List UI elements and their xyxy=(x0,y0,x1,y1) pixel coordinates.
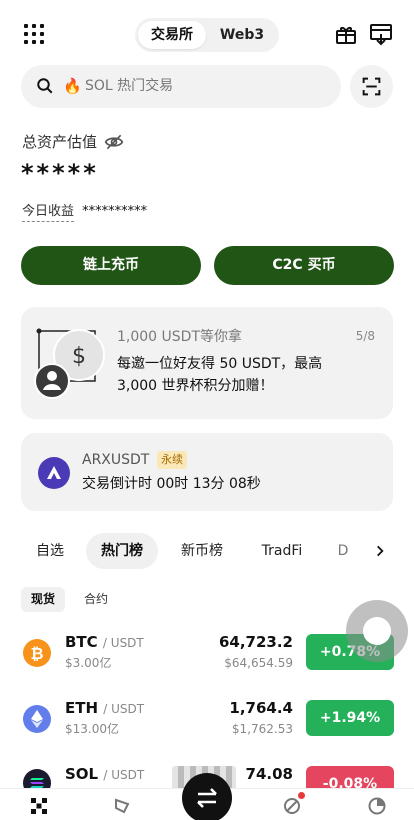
today-pnl-value: ********** xyxy=(82,204,148,219)
search-input[interactable]: SOL 热门交易 xyxy=(85,77,173,95)
pair-fiat-price: $64,654.59 xyxy=(224,656,293,670)
promo-pagination: 5/8 xyxy=(355,329,375,343)
promo-title: 1,000 USDT等你拿 xyxy=(117,329,242,345)
sol-coin-icon xyxy=(23,769,51,788)
market-row[interactable]: ETH / USDT $13.00亿 1,764.4 $1,762.53 +1.… xyxy=(0,688,414,748)
arx-logo-icon xyxy=(38,457,70,489)
bottom-nav xyxy=(0,773,414,820)
scan-icon xyxy=(362,77,381,96)
chevron-right-icon[interactable] xyxy=(373,544,387,558)
total-assets-label: 总资产估值 xyxy=(22,133,98,151)
tab-new-listings[interactable]: 新币榜 xyxy=(170,533,234,569)
nav-home-icon[interactable] xyxy=(30,797,48,815)
total-assets-value: ***** xyxy=(21,159,99,187)
nav-markets-icon[interactable] xyxy=(113,797,131,815)
nav-assets-icon[interactable] xyxy=(368,797,386,815)
today-pnl-label: 今日收益 xyxy=(22,204,75,222)
pair-volume: $3.00亿 xyxy=(65,656,112,670)
tab-favorites[interactable]: 自选 xyxy=(24,533,76,569)
market-tabs: 自选 热门榜 新币榜 TradFi D xyxy=(0,533,414,569)
nav-trade-button[interactable] xyxy=(182,773,232,820)
pair-symbol: BTC / USDT xyxy=(65,633,144,651)
nav-earn-icon[interactable] xyxy=(283,797,301,815)
pair-symbol: ETH / USDT xyxy=(65,699,145,717)
download-app-icon[interactable] xyxy=(369,22,393,46)
invite-reward-icon: $ xyxy=(34,328,105,399)
apps-grid-icon[interactable] xyxy=(24,24,44,44)
tab-web3[interactable]: Web3 xyxy=(209,21,275,49)
countdown-timer: 交易倒计时 00时 13分 08秒 xyxy=(82,476,261,492)
swap-icon xyxy=(197,788,217,808)
eth-coin-icon xyxy=(23,705,51,733)
pair-change[interactable]: +1.94% xyxy=(306,700,394,736)
gift-icon[interactable] xyxy=(334,22,358,46)
floating-assist-button[interactable] xyxy=(346,600,408,662)
hide-balance-icon[interactable] xyxy=(104,132,124,152)
pair-volume: $13.00亿 xyxy=(65,722,119,736)
search-icon xyxy=(37,78,53,94)
mode-switch: 交易所 Web3 xyxy=(135,18,279,52)
tab-tradfi[interactable]: TradFi xyxy=(252,533,312,569)
pair-price: 74.08 xyxy=(245,765,293,783)
subtab-futures[interactable]: 合约 xyxy=(74,587,118,612)
svg-text:$: $ xyxy=(72,344,86,369)
tab-more[interactable]: D xyxy=(332,533,354,569)
pair-price: 1,764.4 xyxy=(229,699,293,717)
btc-coin-icon: ₿ xyxy=(23,639,51,667)
pair-fiat-price: $1,762.53 xyxy=(231,722,293,736)
subtab-spot[interactable]: 现货 xyxy=(21,587,65,612)
perpetual-badge: 永续 xyxy=(157,451,187,469)
countdown-symbol: ARXUSDT xyxy=(82,452,150,468)
c2c-buy-button[interactable]: C2C 买币 xyxy=(214,246,394,285)
notification-dot xyxy=(298,792,305,799)
fire-icon: 🔥 xyxy=(63,77,82,95)
onchain-deposit-button[interactable]: 链上充币 xyxy=(21,246,201,285)
today-pnl[interactable]: 今日收益 ********** xyxy=(22,203,148,222)
pair-price: 64,723.2 xyxy=(218,633,293,651)
pair-symbol: SOL / USDT xyxy=(65,765,145,783)
promo-banner[interactable]: $ 1,000 USDT等你拿 每邀一位好友得 50 USDT，最高 3,000… xyxy=(21,307,393,419)
pair-change[interactable]: -0.08% xyxy=(306,766,394,788)
listing-countdown-card[interactable]: ARXUSDT 永续 交易倒计时 00时 13分 08秒 xyxy=(21,433,393,511)
tab-hot[interactable]: 热门榜 xyxy=(86,533,158,569)
tab-exchange[interactable]: 交易所 xyxy=(138,21,206,49)
promo-description: 每邀一位好友得 50 USDT，最高 3,000 世界杯积分加赠！ xyxy=(117,356,323,394)
svg-text:₿: ₿ xyxy=(30,644,43,663)
scan-button[interactable] xyxy=(350,65,393,108)
top-bar: 交易所 Web3 xyxy=(0,16,414,52)
search-bar[interactable]: 🔥 SOL 热门交易 xyxy=(21,65,341,108)
